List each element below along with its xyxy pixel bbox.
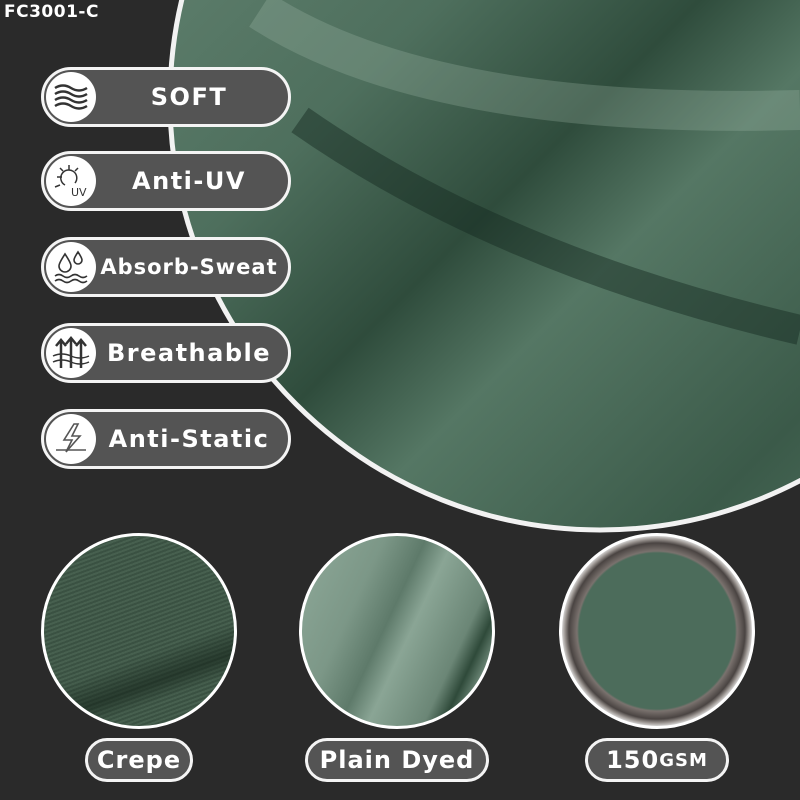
sun-uv-icon: UV: [46, 156, 96, 206]
crepe-fabric-image: [41, 533, 237, 729]
feature-soft: SOFT: [41, 67, 291, 127]
arrows-up-icon: [46, 328, 96, 378]
svg-text:UV: UV: [71, 186, 87, 199]
water-drops-icon: [46, 242, 96, 292]
lightning-icon: [46, 414, 96, 464]
crepe-label: Crepe: [85, 738, 193, 782]
gsm-label: 150 GSM: [585, 738, 729, 782]
waves-icon: [46, 72, 96, 122]
plain-dyed-label: Plain Dyed: [305, 738, 489, 782]
feature-anti-static: Anti-Static: [41, 409, 291, 469]
feature-breathable: Breathable: [41, 323, 291, 383]
plain-dyed-fabric-image: [299, 533, 495, 729]
feature-anti-uv: UV Anti-UV: [41, 151, 291, 211]
gsm-sample-image: [559, 533, 755, 729]
product-code: FC3001-C: [4, 2, 99, 22]
feature-absorb-sweat: Absorb-Sweat: [41, 237, 291, 297]
